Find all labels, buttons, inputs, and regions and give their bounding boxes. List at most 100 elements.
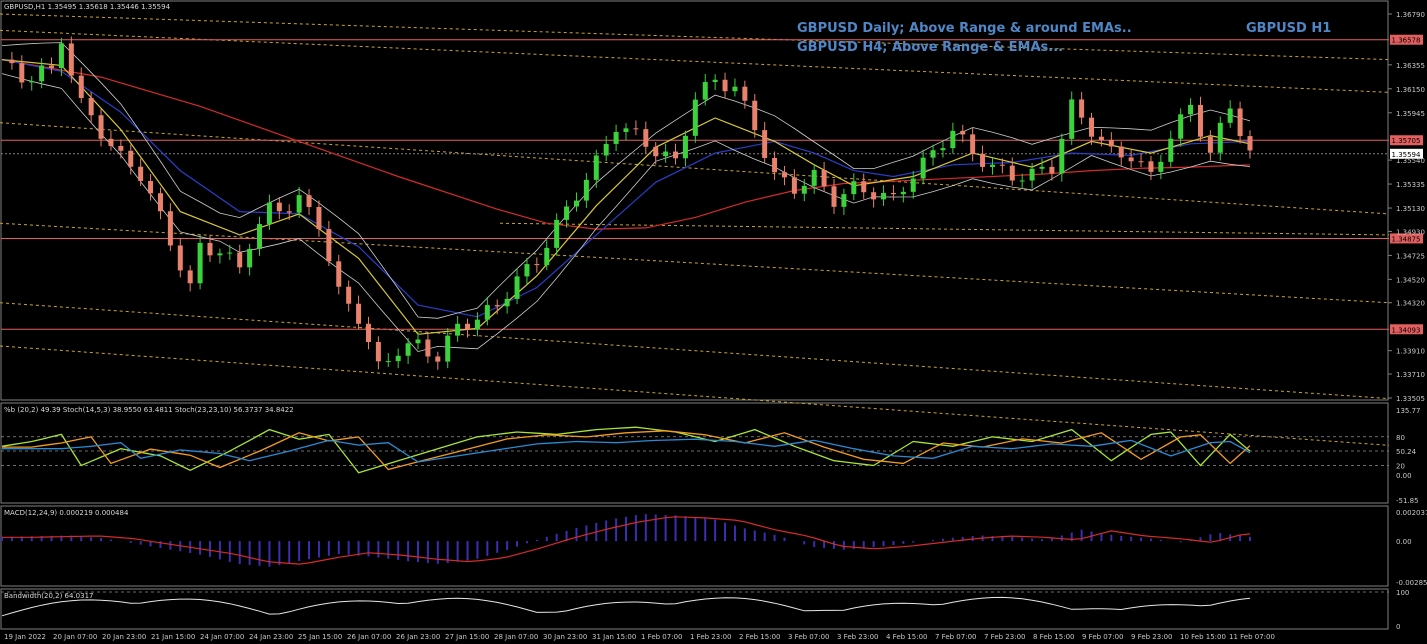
candle-body (692, 99, 698, 136)
candle-body (514, 276, 520, 299)
time-tick-label: 19 Jan 2022 (4, 633, 46, 641)
candle-body (682, 135, 688, 159)
candle-body (1207, 136, 1213, 153)
candle-body (336, 261, 342, 287)
macd-header: MACD(12,24,9) 0.000219 0.000484 (4, 509, 129, 517)
stoch-tick-label: 0.00 (1396, 472, 1412, 480)
price-tick-label: 1.34930 (1396, 228, 1425, 236)
candle-body (346, 286, 352, 304)
macd-tick-label: -0.002858 (1396, 579, 1427, 587)
candle-body (583, 179, 589, 201)
candle-body (504, 298, 510, 307)
price-level-label: 1.34875 (1392, 235, 1421, 243)
candle-body (1039, 166, 1045, 169)
candle-body (237, 252, 243, 268)
price-level-label: 1.34093 (1392, 326, 1421, 334)
candle-body (227, 252, 233, 254)
candle-body (148, 180, 154, 194)
candle-body (920, 157, 926, 179)
candle-body (78, 75, 84, 98)
candle-body (653, 146, 659, 157)
candle-body (989, 164, 995, 167)
candle-body (9, 59, 15, 64)
candle-body (58, 43, 64, 69)
time-tick-label: 9 Feb 23:00 (1131, 633, 1172, 641)
candle-body (316, 206, 322, 230)
candle-body (1227, 108, 1233, 123)
headline-daily: GBPUSD Daily; Above Range & around EMAs.… (797, 21, 1132, 36)
candle-body (772, 158, 778, 173)
candle-body (1049, 166, 1055, 174)
time-tick-label: 26 Jan 07:00 (347, 633, 391, 641)
candle-body (474, 319, 480, 330)
candle-body (415, 339, 421, 344)
candle-body (276, 202, 282, 212)
candle-body (217, 253, 223, 256)
candle-body (881, 192, 887, 200)
candle-body (29, 81, 35, 83)
candle-body (326, 229, 332, 262)
candle-body (534, 264, 540, 266)
time-tick-label: 4 Feb 15:00 (886, 633, 927, 641)
bandwidth-tick-label: 0 (1396, 623, 1400, 631)
candle-body (435, 356, 441, 362)
candle-body (742, 86, 748, 101)
candle-body (157, 193, 163, 212)
time-tick-label: 20 Jan 07:00 (53, 633, 97, 641)
candle-body (1247, 136, 1253, 151)
time-tick-label: 7 Feb 23:00 (984, 633, 1025, 641)
bandwidth-tick-label: 100 (1396, 589, 1409, 597)
time-tick-label: 20 Jan 23:00 (102, 633, 146, 641)
bandwidth-header: Bandwidth(20,2) 64.0317 (4, 592, 94, 600)
time-tick-label: 11 Feb 07:00 (1229, 633, 1275, 641)
candle-body (365, 323, 371, 342)
candle-body (455, 323, 461, 336)
price-level-label: 1.35705 (1392, 137, 1421, 145)
candle-body (1029, 168, 1035, 181)
candle-body (871, 192, 877, 200)
time-tick-label: 26 Jan 23:00 (396, 633, 440, 641)
time-tick-label: 7 Feb 07:00 (935, 633, 976, 641)
candle-body (841, 194, 847, 207)
candle-body (861, 181, 867, 193)
price-tick-label: 1.34320 (1396, 300, 1425, 308)
candle-body (19, 63, 25, 83)
candle-body (564, 206, 570, 220)
candle-body (702, 82, 708, 100)
price-tick-label: 1.36150 (1396, 86, 1425, 94)
candle-body (1138, 161, 1144, 163)
candle-body (900, 191, 906, 195)
price-tick-label: 1.35945 (1396, 110, 1425, 118)
candle-body (752, 100, 758, 131)
candle-body (821, 170, 827, 187)
time-tick-label: 1 Feb 07:00 (641, 633, 682, 641)
candle-body (980, 153, 986, 167)
candle-body (425, 339, 431, 357)
headline-h4: GBPUSD H4; Above Range & EMAs... (797, 40, 1063, 55)
candle-body (167, 211, 173, 246)
candle-body (999, 164, 1005, 166)
candle-body (1217, 122, 1223, 153)
candle-body (524, 264, 530, 277)
stoch-header: %b (20,2) 49.39 Stoch(14,5,3) 38.9550 63… (4, 406, 294, 414)
time-tick-label: 31 Jan 15:00 (592, 633, 636, 641)
candle-body (1188, 104, 1194, 115)
candle-body (801, 185, 807, 194)
candle-body (722, 79, 728, 92)
time-tick-label: 3 Feb 23:00 (837, 633, 878, 641)
candle-body (1089, 117, 1095, 137)
symbol-header: GBPUSD,H1 1.35495 1.35618 1.35446 1.3559… (4, 3, 171, 11)
candle-body (465, 323, 471, 330)
time-tick-label: 9 Feb 07:00 (1082, 633, 1123, 641)
candle-body (544, 247, 550, 266)
stoch-tick-label: 135.77 (1396, 407, 1421, 415)
time-tick-label: 2 Feb 15:00 (739, 633, 780, 641)
price-tick-label: 1.34725 (1396, 252, 1425, 260)
time-tick-label: 8 Feb 15:00 (1033, 633, 1074, 641)
candle-body (1158, 161, 1164, 172)
candle-body (831, 186, 837, 207)
price-level-label: 1.36578 (1392, 37, 1421, 45)
macd-tick-label: 0.00 (1396, 538, 1412, 546)
candle-body (1098, 136, 1104, 140)
time-tick-label: 3 Feb 07:00 (788, 633, 829, 641)
